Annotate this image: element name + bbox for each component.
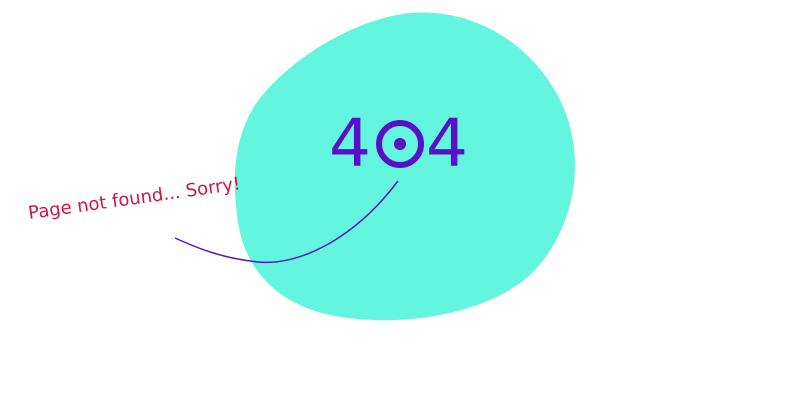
ring-center-dot [394, 138, 406, 150]
ring-dot-zero-icon [376, 120, 424, 168]
not-found-page: 44 Page not found... Sorry! [0, 0, 800, 400]
error-code-digit-last: 4 [426, 105, 471, 182]
error-code: 44 [300, 106, 500, 182]
error-code-digit-first: 4 [329, 105, 374, 182]
